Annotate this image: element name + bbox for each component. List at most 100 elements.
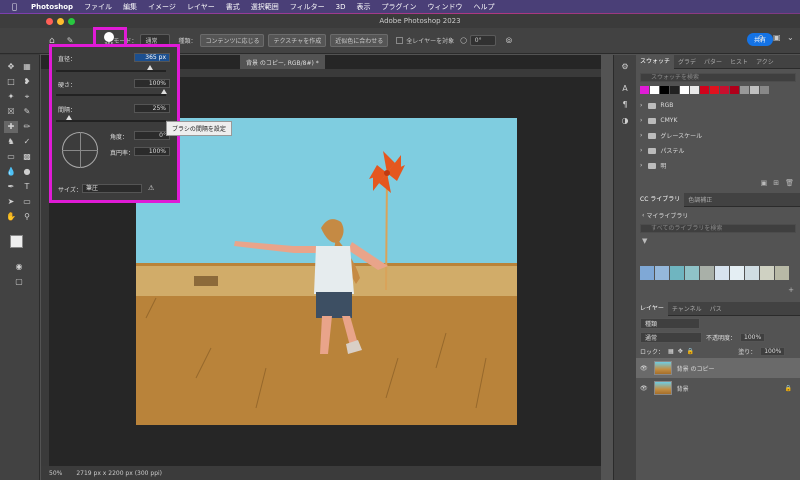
menu-image[interactable]: イメージ: [148, 2, 176, 12]
brush-tool-icon[interactable]: ✏: [20, 121, 34, 133]
menu-window[interactable]: ウィンドウ: [427, 2, 462, 12]
menu-layer[interactable]: レイヤー: [187, 2, 215, 12]
color-swatch[interactable]: [760, 86, 769, 94]
tab-patterns[interactable]: パター: [700, 57, 726, 66]
library-selector[interactable]: ‹ マイライブラリ: [636, 207, 800, 223]
theme-color-swatch[interactable]: [730, 266, 744, 280]
search-icon[interactable]: ⚲: [758, 34, 764, 43]
theme-color-swatch[interactable]: [655, 266, 669, 280]
theme-color-swatch[interactable]: [640, 266, 654, 280]
proximity-match-button[interactable]: 近似色に合わせる: [330, 34, 389, 47]
lock-pixels-icon[interactable]: ▦: [668, 348, 674, 355]
tab-paths[interactable]: パス: [706, 304, 726, 313]
eyedropper-tool-icon[interactable]: ✎: [20, 106, 34, 118]
angle-field[interactable]: 0°: [469, 35, 496, 46]
history-brush-tool-icon[interactable]: ✓: [20, 136, 34, 148]
photo-canvas[interactable]: [136, 118, 517, 425]
foreground-color-swatch[interactable]: [10, 235, 23, 248]
brush-size-field[interactable]: 365 px: [134, 53, 170, 62]
swatch-folder-rgb[interactable]: › RGB: [636, 98, 800, 113]
color-swatch[interactable]: [670, 86, 679, 94]
character-icon[interactable]: A: [618, 83, 632, 95]
menu-filter[interactable]: フィルター: [290, 2, 325, 12]
crop-tool-icon[interactable]: ⌖: [20, 91, 34, 103]
color-swatch[interactable]: [680, 86, 689, 94]
layer-row[interactable]: 👁 背景 のコピー: [636, 358, 800, 378]
tab-histogram[interactable]: ヒスト: [726, 57, 752, 66]
color-swatch[interactable]: [660, 86, 669, 94]
tab-actions[interactable]: アクシ: [752, 57, 778, 66]
panel-menu-icon[interactable]: ⌄: [787, 33, 794, 42]
stamp-tool-icon[interactable]: ♞: [4, 136, 18, 148]
color-swatch[interactable]: [710, 86, 719, 94]
fill-field[interactable]: 100%: [760, 346, 786, 356]
theme-color-swatch[interactable]: [670, 266, 684, 280]
tab-adjustments[interactable]: 色調補正: [684, 195, 716, 204]
screen-mode-icon[interactable]: ▢: [12, 276, 26, 288]
library-search-input[interactable]: すべてのライブラリを検索: [640, 224, 796, 233]
brush-spacing-slider[interactable]: [56, 115, 166, 122]
hand-tool-icon[interactable]: ✋: [4, 211, 18, 223]
color-swatch[interactable]: [750, 86, 759, 94]
swatch-search-input[interactable]: スウォッチを検索: [640, 73, 796, 82]
swatch-folder-cmyk[interactable]: › CMYK: [636, 113, 800, 128]
swatch-folder-grayscale[interactable]: › グレースケール: [636, 128, 800, 143]
color-swatch[interactable]: [730, 86, 739, 94]
menu-file[interactable]: ファイル: [84, 2, 112, 12]
swatch-folder-light[interactable]: › 明: [636, 158, 800, 173]
brush-spacing-field[interactable]: 25%: [134, 104, 170, 113]
brush-angle-field[interactable]: 0°: [134, 131, 170, 140]
artboard-tool-icon[interactable]: ▦: [20, 61, 34, 73]
tab-channels[interactable]: チャンネル: [668, 304, 706, 313]
menu-type[interactable]: 書式: [226, 2, 240, 12]
color-swatch[interactable]: [720, 86, 729, 94]
blur-tool-icon[interactable]: 💧: [4, 166, 18, 178]
apple-icon[interactable]: : [12, 2, 21, 11]
new-swatch-icon[interactable]: ⊞: [773, 179, 779, 187]
brush-size-slider[interactable]: [56, 65, 166, 72]
brush-size-knob[interactable]: [146, 65, 153, 70]
brush-hardness-knob[interactable]: [160, 89, 167, 94]
menu-view[interactable]: 表示: [356, 2, 370, 12]
marquee-tool-icon[interactable]: □: [4, 76, 18, 88]
layer-row[interactable]: 👁 背景 🔒: [636, 378, 800, 398]
lock-position-icon[interactable]: ✥: [678, 348, 683, 355]
quick-mask-icon[interactable]: ◉: [12, 261, 26, 273]
paragraph-icon[interactable]: ¶: [618, 99, 632, 111]
opacity-field[interactable]: 100%: [740, 332, 766, 342]
shape-tool-icon[interactable]: ▭: [20, 196, 34, 208]
theme-color-swatch[interactable]: [685, 266, 699, 280]
zoom-tool-icon[interactable]: ⚲: [20, 211, 34, 223]
lock-all-icon[interactable]: 🔒: [687, 348, 694, 355]
brush-hardness-field[interactable]: 100%: [134, 79, 170, 88]
menu-help[interactable]: ヘルプ: [473, 2, 494, 12]
color-swatch[interactable]: [650, 86, 659, 94]
theme-color-swatch[interactable]: [775, 266, 789, 280]
brush-angle-roundness-widget[interactable]: [62, 132, 98, 168]
tab-gradients[interactable]: グラデ: [674, 57, 700, 66]
healing-tool-icon[interactable]: ✚: [4, 121, 18, 133]
color-swatch[interactable]: [740, 86, 749, 94]
content-aware-button[interactable]: コンテンツに応じる: [200, 34, 265, 47]
quick-select-tool-icon[interactable]: ✦: [4, 91, 18, 103]
menu-plugins[interactable]: プラグイン: [381, 2, 416, 12]
zoom-level[interactable]: 50%: [49, 470, 62, 477]
pen-tool-icon[interactable]: ✒: [4, 181, 18, 193]
lasso-tool-icon[interactable]: ❥: [20, 76, 34, 88]
layer-kind-select[interactable]: 種類: [640, 317, 700, 329]
tab-libraries[interactable]: CC ライブラリ: [636, 192, 685, 207]
theme-color-swatch[interactable]: [745, 266, 759, 280]
move-tool-icon[interactable]: ✥: [4, 61, 18, 73]
visibility-eye-icon[interactable]: 👁: [640, 385, 648, 392]
blend-mode-select[interactable]: 通常: [640, 331, 702, 343]
tab-layers[interactable]: レイヤー: [636, 301, 668, 316]
frame-tool-icon[interactable]: ☒: [4, 106, 18, 118]
workspace-icon[interactable]: ▣: [773, 33, 781, 42]
color-swatch[interactable]: [640, 86, 649, 94]
eraser-tool-icon[interactable]: ▭: [4, 151, 18, 163]
path-select-tool-icon[interactable]: ➤: [4, 196, 18, 208]
visibility-eye-icon[interactable]: 👁: [640, 365, 648, 372]
menu-select[interactable]: 選択範囲: [251, 2, 279, 12]
tab-swatches[interactable]: スウォッチ: [636, 54, 675, 69]
theme-color-swatch[interactable]: [700, 266, 714, 280]
